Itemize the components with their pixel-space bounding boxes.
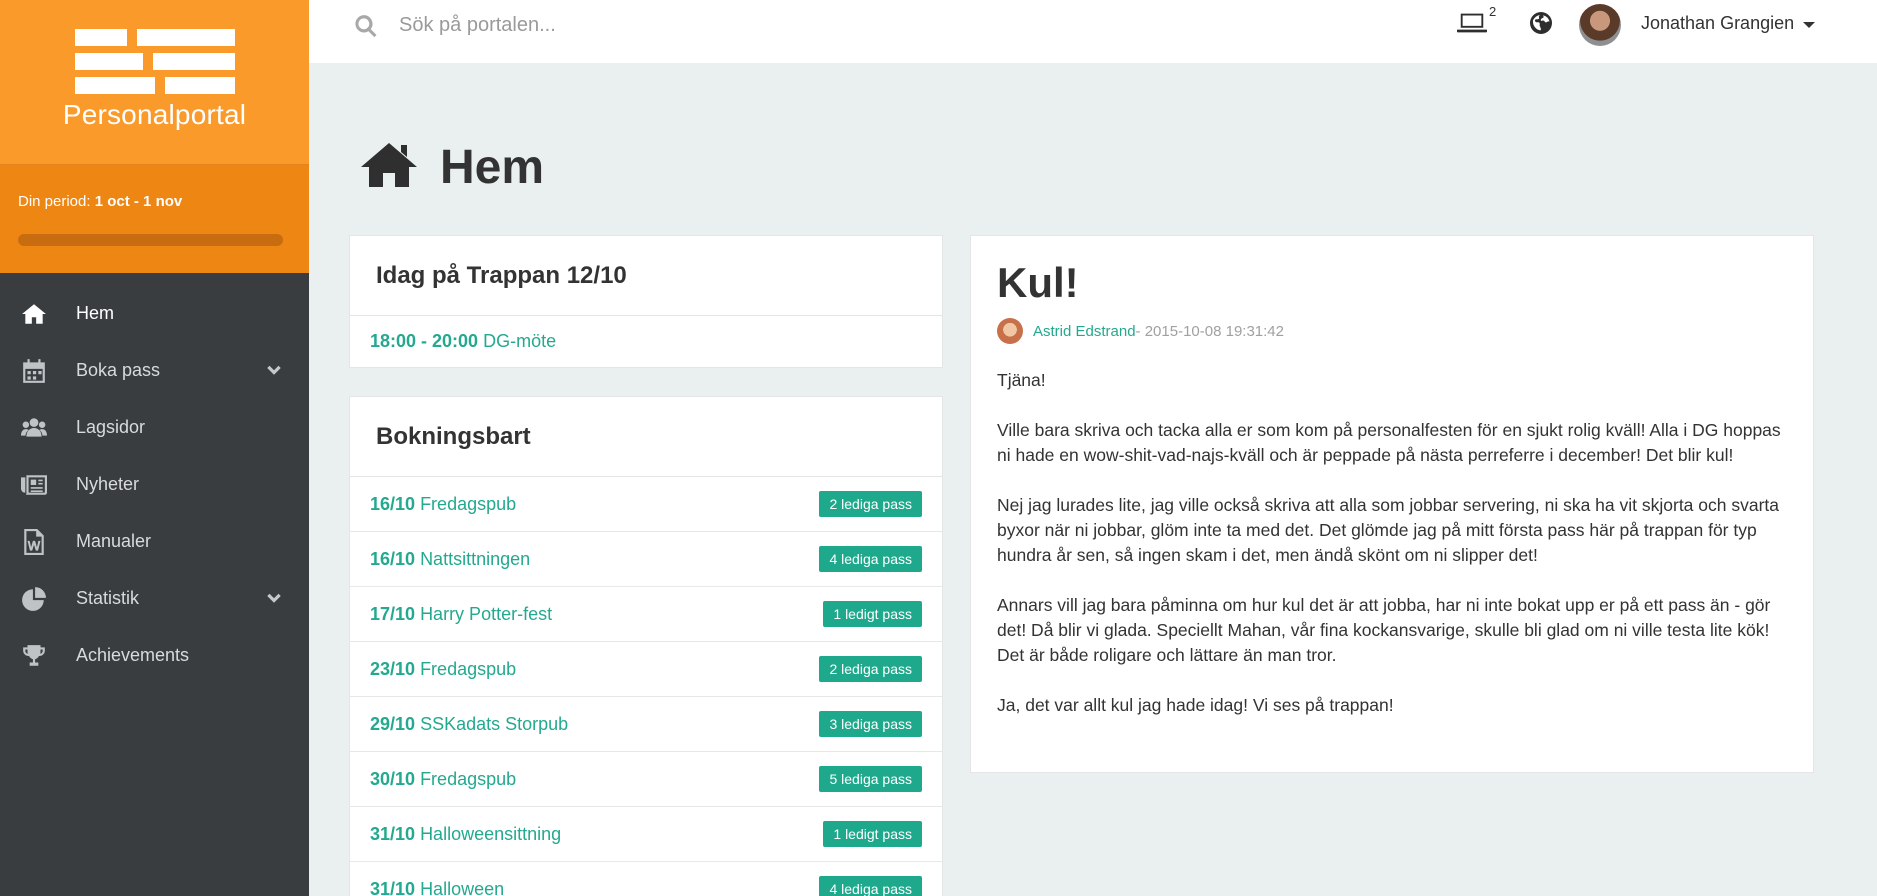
article-body: Tjäna! Ville bara skriva och tacka alla … xyxy=(997,368,1787,718)
sidebar-item-hem[interactable]: Hem xyxy=(0,285,309,342)
article-title: Kul! xyxy=(997,259,1079,306)
topbar: 2 Jonathan Grangien xyxy=(309,0,1877,63)
booking-date: 30/10 xyxy=(370,768,416,789)
language-globe-button[interactable] xyxy=(1529,10,1553,40)
booking-event-name: Harry Potter-fest xyxy=(420,603,553,624)
sidebar-item-manualer[interactable]: Manualer xyxy=(0,513,309,570)
booking-event-name: Fredagspub xyxy=(420,658,517,679)
news-article: Kul! Astrid Edstrand - 2015-10-08 19:31:… xyxy=(970,235,1814,773)
newspaper-icon xyxy=(20,471,48,499)
sidebar-item-lagsidor[interactable]: Lagsidor xyxy=(0,399,309,456)
search-input[interactable] xyxy=(399,8,919,42)
trophy-icon xyxy=(20,642,48,670)
booking-event-name: SSKadats Storpub xyxy=(420,713,569,734)
brand-logo[interactable]: Personalportal xyxy=(0,0,309,165)
chevron-down-icon[interactable] xyxy=(265,362,283,380)
period-value: 1 oct - 1 nov xyxy=(94,193,183,210)
author-link[interactable]: Astrid Edstrand xyxy=(1033,323,1136,340)
search-icon xyxy=(353,13,379,39)
booking-date: 31/10 xyxy=(370,823,416,844)
booking-date: 16/10 xyxy=(370,493,416,514)
list-item[interactable]: 30/10 Fredagspub 5 lediga pass xyxy=(350,752,942,807)
status-badge: 4 lediga pass xyxy=(819,546,922,572)
sidebar-item-label: Nyheter xyxy=(76,474,140,494)
home-icon xyxy=(20,300,48,328)
sidebar-item-label: Statistik xyxy=(76,588,140,608)
sidebar-item-label: Hem xyxy=(76,303,115,323)
list-item[interactable]: 16/10 Fredagspub 2 lediga pass xyxy=(350,477,942,532)
article-paragraph: Ja, det var allt kul jag hade idag! Vi s… xyxy=(997,695,1394,715)
today-panel: Idag på Trappan 12/10 18:00 - 20:00 DG-m… xyxy=(349,235,943,368)
status-badge: 4 lediga pass xyxy=(819,876,922,896)
caret-down-icon[interactable] xyxy=(1803,22,1815,28)
today-title: Idag på Trappan 12/10 xyxy=(350,236,942,316)
booking-date: 31/10 xyxy=(370,878,416,896)
pie-chart-icon xyxy=(20,585,48,613)
device-count-badge: 2 xyxy=(1489,4,1497,19)
event-time: 18:00 - 20:00 xyxy=(370,331,479,351)
booking-date: 29/10 xyxy=(370,713,416,734)
user-name[interactable]: Jonathan Grangien xyxy=(1641,13,1794,34)
list-item[interactable]: 31/10 Halloweensittning 1 ledigt pass xyxy=(350,807,942,862)
status-badge: 5 lediga pass xyxy=(819,766,922,792)
calendar-icon xyxy=(20,357,48,385)
devices-button[interactable]: 2 xyxy=(1457,4,1496,40)
document-icon xyxy=(20,528,48,556)
author-avatar xyxy=(997,318,1023,344)
today-event[interactable]: 18:00 - 20:00 DG-möte xyxy=(350,316,942,368)
brick-logo-icon xyxy=(74,29,235,95)
article-date: - 2015-10-08 19:31:42 xyxy=(1135,322,1284,340)
status-badge: 2 lediga pass xyxy=(819,656,922,682)
sidebar: Personalportal Din period: 1 oct - 1 nov… xyxy=(0,0,309,896)
booking-title: Bokningsbart xyxy=(350,397,942,477)
booking-date: 16/10 xyxy=(370,548,416,569)
article-paragraph: Annars vill jag bara påminna om hur kul … xyxy=(997,595,1771,665)
chevron-down-icon[interactable] xyxy=(265,590,283,608)
list-item[interactable]: 23/10 Fredagspub 2 lediga pass xyxy=(350,642,942,697)
list-item[interactable]: 31/10 Halloween 4 lediga pass xyxy=(350,862,942,896)
list-item[interactable]: 29/10 SSKadats Storpub 3 lediga pass xyxy=(350,697,942,752)
list-item[interactable]: 16/10 Nattsittningen 4 lediga pass xyxy=(350,532,942,587)
sidebar-item-achievements[interactable]: Achievements xyxy=(0,627,309,684)
status-badge: 2 lediga pass xyxy=(819,491,922,517)
booking-event-name: Fredagspub xyxy=(420,768,517,789)
booking-event-name: Halloweensittning xyxy=(420,823,562,844)
avatar[interactable] xyxy=(1579,4,1621,46)
booking-date: 17/10 xyxy=(370,603,416,624)
booking-panel: Bokningsbart 16/10 Fredagspub 2 lediga p… xyxy=(349,396,943,896)
article-paragraph: Nej jag lurades lite, jag ville också sk… xyxy=(997,495,1780,565)
booking-date: 23/10 xyxy=(370,658,416,679)
period-progress-bar xyxy=(18,234,283,246)
sidebar-item-label: Achievements xyxy=(76,645,190,665)
booking-event-name: Halloween xyxy=(420,878,505,896)
page-header: Hem xyxy=(360,140,544,195)
booking-event-name: Nattsittningen xyxy=(420,548,531,569)
sidebar-nav: Hem Boka pass Lagsidor Nyheter Manualer … xyxy=(0,273,309,684)
booking-event-name: Fredagspub xyxy=(420,493,517,514)
page-title: Hem xyxy=(440,141,545,194)
brand-name: Personalportal xyxy=(62,99,247,130)
status-badge: 3 lediga pass xyxy=(819,711,922,737)
status-badge: 1 ledigt pass xyxy=(823,821,922,847)
sidebar-item-label: Boka pass xyxy=(76,360,161,380)
sidebar-item-nyheter[interactable]: Nyheter xyxy=(0,456,309,513)
list-item[interactable]: 17/10 Harry Potter-fest 1 ledigt pass xyxy=(350,587,942,642)
sidebar-item-statistik[interactable]: Statistik xyxy=(0,570,309,627)
users-icon xyxy=(20,414,48,442)
home-icon xyxy=(360,141,418,194)
sidebar-item-label: Lagsidor xyxy=(76,417,146,437)
sidebar-item-boka-pass[interactable]: Boka pass xyxy=(0,342,309,399)
article-byline: Astrid Edstrand - 2015-10-08 19:31:42 xyxy=(997,318,1787,344)
globe-icon xyxy=(1529,11,1553,40)
period-panel: Din period: 1 oct - 1 nov xyxy=(0,165,309,273)
article-paragraph: Ville bara skriva och tacka alla er som … xyxy=(997,420,1781,465)
event-name: DG-möte xyxy=(483,331,557,351)
period-label: Din period: xyxy=(18,193,91,210)
laptop-icon xyxy=(1457,11,1487,40)
article-paragraph: Tjäna! xyxy=(997,370,1046,390)
sidebar-item-label: Manualer xyxy=(76,531,152,551)
status-badge: 1 ledigt pass xyxy=(823,601,922,627)
